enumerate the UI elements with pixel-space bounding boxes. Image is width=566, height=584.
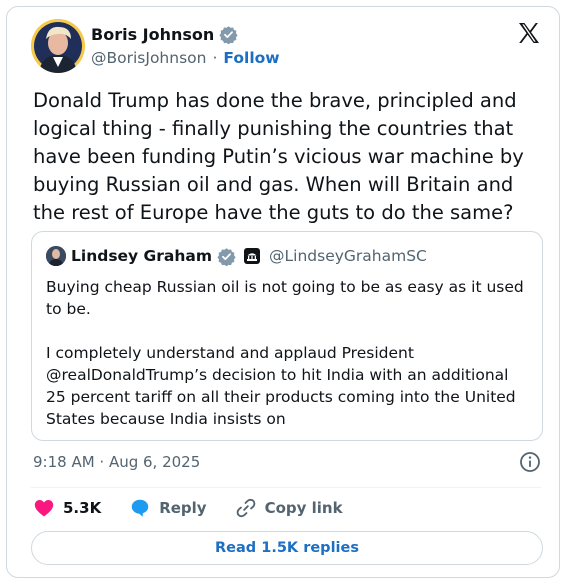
- author-handle[interactable]: @BorisJohnson: [91, 49, 206, 67]
- read-replies-button[interactable]: Read 1.5K replies: [31, 531, 543, 565]
- tweet-text: Donald Trump has done the brave, princip…: [33, 89, 524, 224]
- quoted-author-handle[interactable]: @LindseyGrahamSC: [269, 247, 427, 265]
- tweet-timestamp[interactable]: 9:18 AM · Aug 6, 2025: [33, 453, 200, 471]
- like-count: 5.3K: [63, 499, 102, 517]
- verified-icon: [217, 247, 236, 266]
- heart-icon: [34, 500, 54, 517]
- author-avatar[interactable]: [31, 19, 85, 73]
- follow-button[interactable]: Follow: [223, 49, 279, 67]
- quoted-tweet-text: Buying cheap Russian oil is not going to…: [46, 276, 530, 452]
- author-block: Boris Johnson @BorisJohnson · Follow: [91, 23, 280, 68]
- verified-icon: [219, 25, 238, 44]
- link-icon: [236, 498, 255, 518]
- quoted-author-avatar[interactable]: [46, 246, 66, 266]
- copy-link-button[interactable]: Copy link: [235, 497, 343, 519]
- quoted-tweet[interactable]: Lindsey Graham @LindseyGrahamSC Buying c…: [31, 231, 543, 441]
- quoted-author-name[interactable]: Lindsey Graham: [71, 247, 212, 265]
- author-name[interactable]: Boris Johnson: [91, 25, 214, 44]
- reply-button[interactable]: Reply: [129, 497, 207, 519]
- divider: [31, 487, 541, 488]
- copy-link-label: Copy link: [264, 499, 343, 517]
- quoted-paragraph-2: I completely understand and applaud Pres…: [46, 344, 516, 428]
- info-icon[interactable]: [519, 451, 541, 473]
- quoted-paragraph-1: Buying cheap Russian oil is not going to…: [46, 278, 524, 318]
- reply-bubble-icon: [131, 499, 149, 517]
- separator-dot: ·: [212, 49, 218, 67]
- x-logo-icon[interactable]: [517, 21, 541, 45]
- tweet-embed-card: Boris Johnson @BorisJohnson · Follow Don…: [6, 6, 560, 578]
- reply-label: Reply: [159, 499, 207, 517]
- capitol-badge-icon: [244, 248, 261, 264]
- action-bar: 5.3K Reply Copy link: [33, 497, 343, 519]
- like-button[interactable]: 5.3K: [33, 497, 101, 519]
